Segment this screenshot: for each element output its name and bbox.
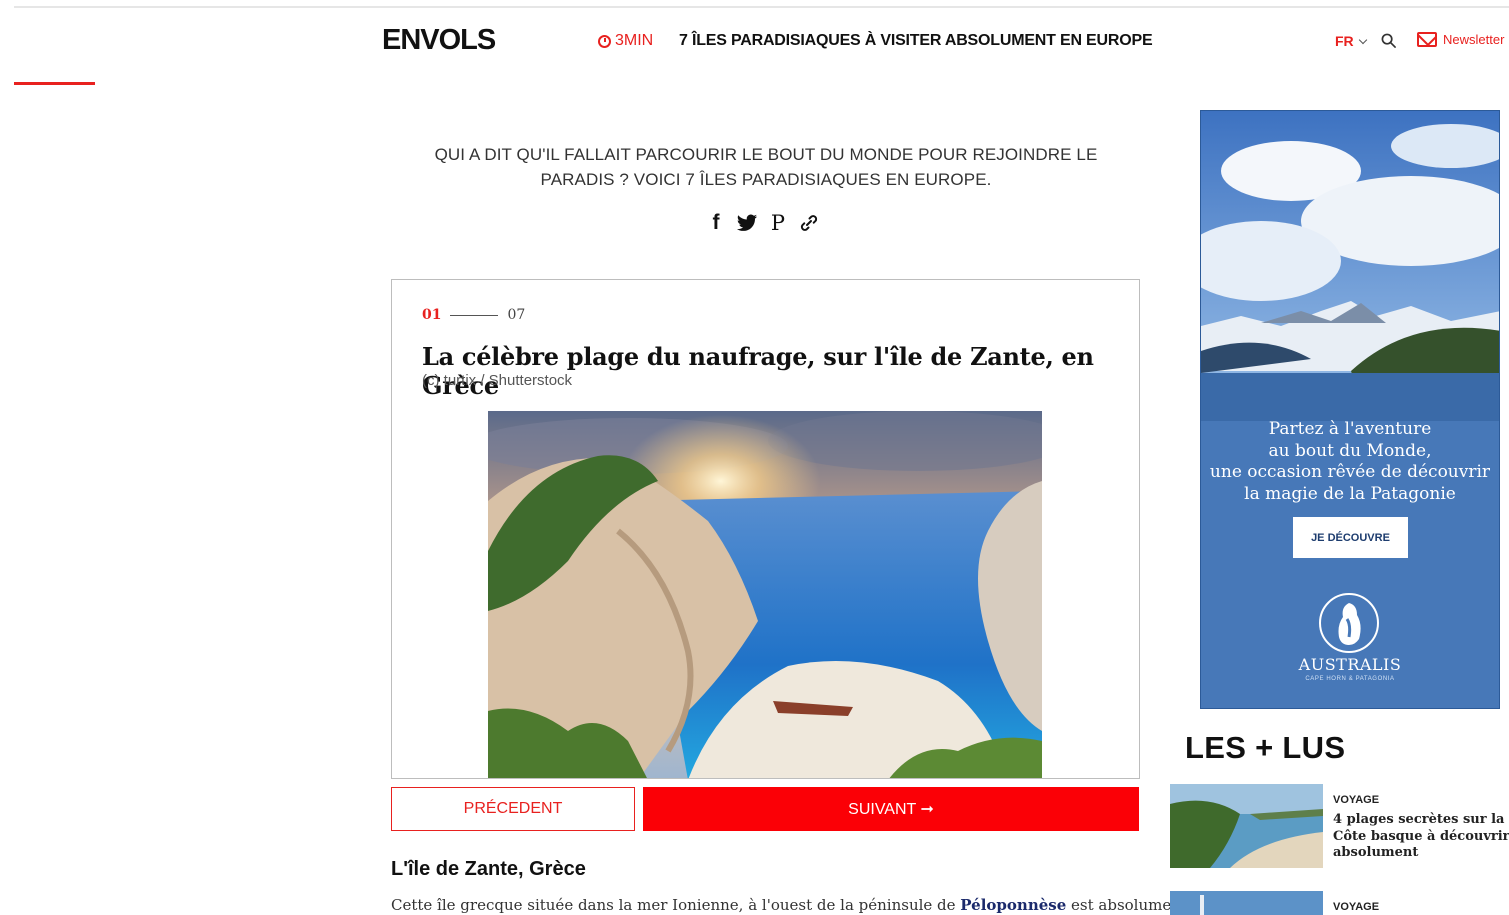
article-body-text: Cette île grecque située dans la mer Ion…	[391, 896, 961, 914]
chevron-down-icon	[1358, 35, 1367, 44]
most-read-item[interactable]: VOYAGE	[1170, 891, 1509, 915]
most-read-thumbnail[interactable]	[1170, 891, 1323, 915]
ad-cta-button[interactable]: JE DÉCOUVRE	[1293, 517, 1408, 558]
ad-brand: AUSTRALIS	[1298, 655, 1402, 674]
counter-divider	[450, 314, 499, 316]
site-logo[interactable]: ENVOLS	[382, 24, 496, 57]
most-read-category: VOYAGE	[1333, 901, 1380, 913]
ad-line-4: la magie de la Patagonie	[1244, 483, 1456, 504]
most-read-category: VOYAGE	[1333, 794, 1380, 806]
newsletter-label: Newsletter	[1443, 32, 1505, 47]
most-read-item[interactable]: VOYAGE 4 plages secrètes sur la Côte bas…	[1170, 784, 1509, 874]
ad-line-2: au bout du Monde,	[1268, 440, 1432, 461]
pinterest-icon[interactable]: P	[767, 211, 789, 235]
slide-counter: 01 07	[422, 307, 525, 323]
share-bar: f P	[705, 211, 820, 235]
facebook-icon[interactable]: f	[705, 211, 727, 234]
section-title: L'île de Zante, Grèce	[391, 858, 586, 880]
next-button[interactable]: SUIVANT ➞	[643, 787, 1139, 831]
top-divider	[14, 6, 1509, 8]
slide-title: La célèbre plage du naufrage, sur l'île …	[422, 342, 1094, 400]
photo-credit: (c) turtix / Shutterstock	[422, 372, 573, 389]
read-time: 3MIN	[598, 32, 653, 50]
article-body-link[interactable]: Péloponnèse	[960, 896, 1066, 914]
read-time-label: 3MIN	[615, 32, 654, 49]
newsletter-link[interactable]: Newsletter	[1417, 32, 1504, 47]
most-read-title: LES + LUS	[1185, 730, 1346, 765]
twitter-icon[interactable]	[736, 212, 758, 234]
ad-brand-tagline: CAPE HORN & PATAGONIA	[1305, 676, 1395, 682]
ad-copy: Partez à l'aventure au bout du Monde, un…	[1201, 419, 1499, 505]
header-article-title: 7 ÎLES PARADISIAQUES À VISITER ABSOLUMEN…	[679, 32, 1153, 49]
slide-total: 07	[507, 307, 526, 323]
article-intro: QUI A DIT QU'IL FALLAIT PARCOURIR LE BOU…	[434, 145, 1098, 189]
most-read-thumbnail[interactable]	[1170, 784, 1323, 868]
ad-line-1: Partez à l'aventure	[1268, 419, 1432, 439]
slide-current: 01	[422, 307, 442, 323]
ad-line-3: une occasion rêvée de découvrir	[1209, 462, 1491, 482]
article-body-text-end: est absolument	[1066, 896, 1187, 914]
slideshow-card: 01 07 La célèbre plage du naufrage, sur …	[391, 279, 1140, 779]
language-selector[interactable]: FR	[1335, 33, 1367, 49]
advertisement[interactable]: Partez à l'aventure au bout du Monde, un…	[1200, 110, 1500, 709]
previous-button[interactable]: PRÉCEDENT	[391, 787, 635, 831]
envelope-icon	[1417, 32, 1437, 47]
ad-landscape-image	[1201, 111, 1499, 421]
search-icon[interactable]	[1381, 33, 1396, 48]
reading-progress-bar	[14, 82, 95, 85]
article-body: Cette île grecque située dans la mer Ion…	[391, 896, 1187, 914]
clock-icon	[598, 34, 611, 48]
slide-photo	[488, 411, 1042, 778]
link-icon[interactable]	[798, 212, 820, 234]
language-label: FR	[1335, 33, 1354, 49]
most-read-headline[interactable]: 4 plages secrètes sur la Côte basque à d…	[1333, 812, 1509, 862]
penguin-logo-icon	[1319, 593, 1379, 653]
